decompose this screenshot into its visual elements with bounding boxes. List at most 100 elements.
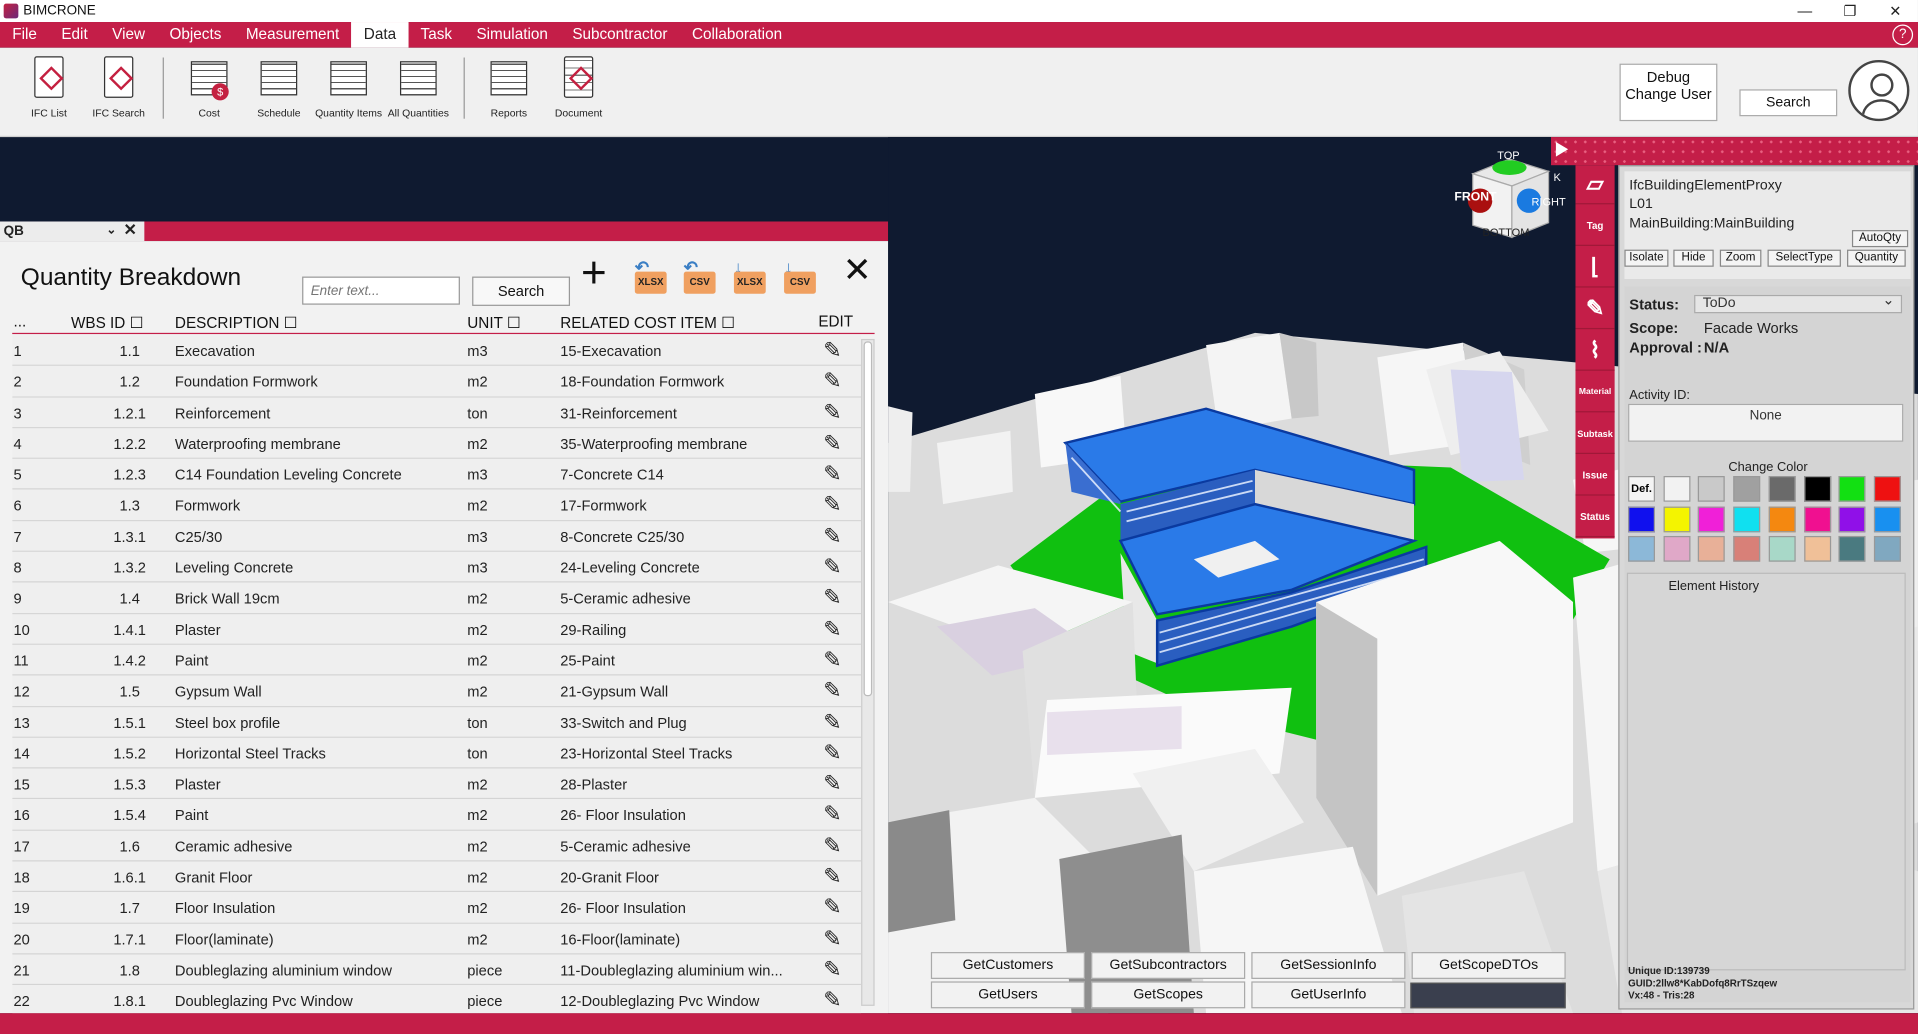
import-xlsx-button[interactable]: ↶ XLSX [632, 257, 667, 294]
table-row[interactable]: 10 1.4.1 Plaster m2 29-Railing ✎ [12, 613, 862, 645]
color-swatch[interactable] [1698, 505, 1726, 532]
edit-pencil-icon[interactable]: ✎ [823, 400, 841, 426]
hide-button[interactable]: Hide [1673, 249, 1714, 267]
color-swatch[interactable] [1873, 476, 1901, 502]
minimize-icon[interactable]: — [1782, 0, 1827, 22]
table-row[interactable]: 5 1.2.3 C14 Foundation Leveling Concrete m3… [12, 459, 862, 491]
material-button[interactable]: Material [1575, 373, 1615, 413]
table-row[interactable]: 16 1.5.4 Paint m2 26- Floor Insulation ✎ [12, 799, 862, 831]
import-csv-button[interactable]: ↶ CSV [681, 257, 716, 294]
menu-item-simulation[interactable]: Simulation [464, 22, 560, 48]
edit-pencil-icon[interactable]: ✎ [823, 523, 841, 549]
edit-pencil-icon[interactable]: ✎ [823, 493, 841, 519]
view-cube-front[interactable]: FRONT [1454, 191, 1496, 204]
tag-tool-icon[interactable]: ▱ [1575, 165, 1615, 205]
color-swatch[interactable] [1873, 505, 1901, 532]
subtask-button[interactable]: Subtask [1575, 415, 1615, 454]
document-button[interactable]: Document [544, 54, 612, 119]
table-row[interactable]: 11 1.4.2 Paint m2 25-Paint ✎ [12, 644, 862, 676]
select-type-button[interactable]: SelectType [1767, 249, 1841, 267]
quantity-items-button[interactable]: Quantity Items [314, 54, 382, 119]
col-header-related-cost[interactable]: RELATED COST ITEM ☐ [560, 313, 735, 331]
color-swatch[interactable] [1698, 476, 1726, 502]
table-row[interactable]: 21 1.8 Doubleglazing aluminium window piece… [12, 954, 862, 986]
qb-search-button[interactable]: Search [472, 276, 571, 306]
edit-pencil-icon[interactable]: ✎ [823, 988, 841, 1013]
color-swatch[interactable] [1838, 476, 1866, 502]
scroll-thumb[interactable] [863, 341, 873, 697]
color-swatch[interactable] [1803, 476, 1831, 502]
status-dropdown[interactable]: ToDo [1694, 292, 1903, 314]
table-row[interactable]: 3 1.2.1 Reinforcement ton 31-Reinforcement ✎ [12, 397, 862, 429]
menu-item-data[interactable]: Data [351, 22, 409, 48]
all-quantities-button[interactable]: All Quantities [384, 54, 452, 119]
edit-pencil-icon[interactable]: ✎ [823, 462, 841, 488]
restore-icon[interactable]: ❐ [1827, 0, 1872, 22]
default-color-swatch[interactable]: Def. [1628, 476, 1655, 502]
play-icon[interactable] [1555, 141, 1569, 157]
view-cube-back[interactable]: K [1553, 171, 1560, 183]
edit-pencil-icon[interactable]: ✎ [823, 833, 841, 859]
menu-item-objects[interactable]: Objects [157, 22, 233, 48]
menu-item-subcontractor[interactable]: Subcontractor [560, 22, 680, 48]
color-swatch[interactable] [1838, 505, 1866, 532]
close-tab-icon[interactable]: ✕ [124, 220, 137, 240]
qb-search-input[interactable] [302, 276, 460, 305]
color-swatch[interactable] [1663, 505, 1691, 532]
ribbon-search-button[interactable]: Search [1739, 89, 1838, 117]
color-swatch[interactable] [1803, 535, 1831, 562]
user-avatar-icon[interactable] [1848, 59, 1910, 122]
color-swatch[interactable] [1733, 535, 1761, 562]
menu-item-collaboration[interactable]: Collaboration [680, 22, 795, 48]
view-cube-right[interactable]: RIGHT [1531, 196, 1565, 208]
pen-tool-icon[interactable]: ✎ [1575, 290, 1615, 330]
cost-button[interactable]: $ Cost [175, 54, 243, 119]
status-button[interactable]: Status [1575, 498, 1615, 538]
edit-pencil-icon[interactable]: ✎ [823, 616, 841, 642]
edit-pencil-icon[interactable]: ✎ [823, 678, 841, 704]
get-scopes-button[interactable]: GetScopes [1091, 981, 1246, 1009]
edit-pencil-icon[interactable]: ✎ [823, 864, 841, 890]
table-row[interactable]: 1 1.1 Execavation m3 15-Execavation ✎ [12, 335, 862, 367]
issue-button[interactable]: Issue [1575, 456, 1615, 496]
close-panel-icon[interactable]: ✕ [843, 253, 872, 287]
ifc-list-button[interactable]: IFC List [15, 54, 83, 119]
color-swatch[interactable] [1628, 535, 1655, 562]
table-row[interactable]: 22 1.8.1 Doubleglazing Pvc Window piece 12-D… [12, 985, 862, 1014]
debug-change-user-button[interactable]: Debug Change User [1619, 63, 1718, 122]
activity-id-field[interactable]: None [1628, 403, 1904, 442]
get-users-button[interactable]: GetUsers [930, 981, 1085, 1009]
table-row[interactable]: 2 1.2 Foundation Formwork m2 18-Foundation F… [12, 366, 862, 398]
edit-pencil-icon[interactable]: ✎ [823, 554, 841, 580]
menu-item-view[interactable]: View [100, 22, 157, 48]
help-icon[interactable]: ? [1892, 24, 1914, 46]
view-cube-bottom[interactable]: BOTTOM [1483, 226, 1530, 238]
edit-pencil-icon[interactable]: ✎ [823, 802, 841, 828]
col-header-wbs[interactable]: WBS ID ☐ [71, 313, 143, 331]
table-row[interactable]: 18 1.6.1 Granit Floor m2 20-Granit Floor ✎ [12, 861, 862, 893]
table-row[interactable]: 4 1.2.2 Waterproofing membrane m2 35-Waterpr… [12, 428, 862, 460]
get-scope-dtos-button[interactable]: GetScopeDTOs [1411, 952, 1566, 979]
col-header-unit[interactable]: UNIT ☐ [467, 313, 520, 331]
table-row[interactable]: 8 1.3.2 Leveling Concrete m3 24-Leveling Con… [12, 551, 862, 583]
get-subcontractors-button[interactable]: GetSubcontractors [1091, 952, 1246, 979]
zoom-button[interactable]: Zoom [1719, 249, 1762, 267]
table-row[interactable]: 19 1.7 Floor Insulation m2 26- Floor Insula… [12, 892, 862, 924]
table-scrollbar[interactable] [861, 338, 875, 1006]
color-swatch[interactable] [1803, 505, 1831, 532]
color-swatch[interactable] [1628, 505, 1655, 532]
add-icon[interactable]: + [581, 250, 607, 295]
table-row[interactable]: 14 1.5.2 Horizontal Steel Tracks ton 23-Hori… [12, 737, 862, 769]
schedule-button[interactable]: Schedule [245, 54, 313, 119]
color-swatch[interactable] [1838, 535, 1866, 562]
autoqty-button[interactable]: AutoQty [1851, 230, 1909, 248]
get-customers-button[interactable]: GetCustomers [930, 952, 1085, 979]
edit-pencil-icon[interactable]: ✎ [823, 926, 841, 952]
color-swatch[interactable] [1663, 476, 1691, 502]
edit-pencil-icon[interactable]: ✎ [823, 338, 841, 364]
close-window-icon[interactable]: ✕ [1873, 0, 1918, 22]
qb-tab[interactable]: QB ⌄ ✕ [0, 220, 145, 242]
table-row[interactable]: 12 1.5 Gypsum Wall m2 21-Gypsum Wall ✎ [12, 675, 862, 707]
table-row[interactable]: 20 1.7.1 Floor(laminate) m2 16-Floor(laminat… [12, 923, 862, 955]
menu-item-task[interactable]: Task [408, 22, 464, 48]
